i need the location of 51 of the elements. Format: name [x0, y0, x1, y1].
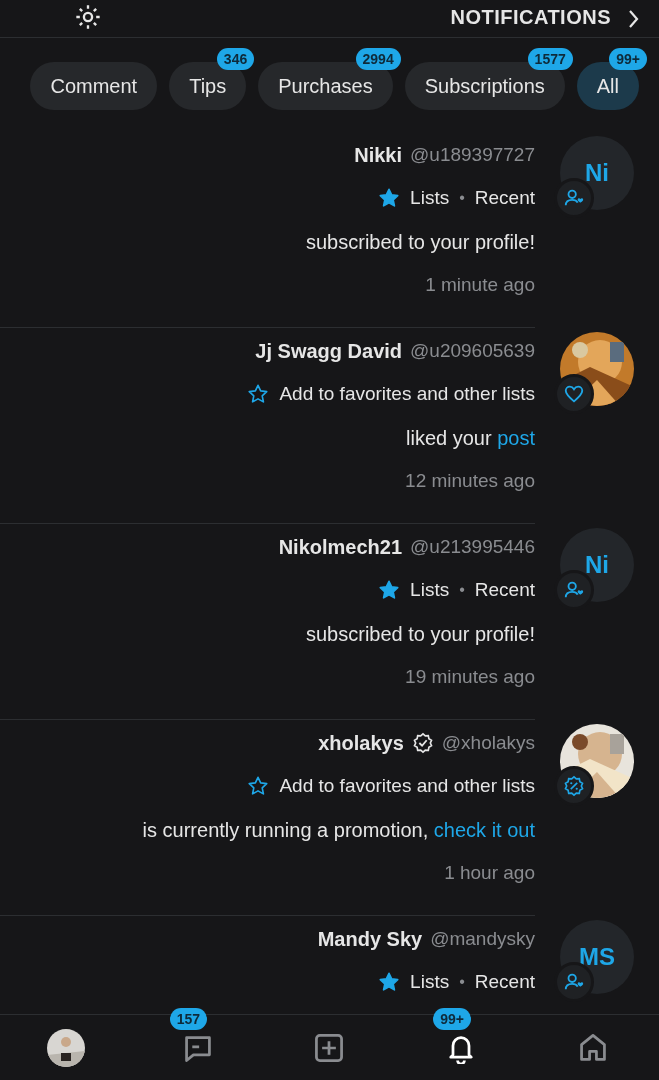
notification-link[interactable]: post	[497, 426, 535, 449]
count-badge: 157	[169, 1007, 208, 1030]
plus-icon[interactable]	[313, 1031, 346, 1064]
count-badge: 346	[216, 48, 255, 70]
separator-dot: •	[459, 972, 465, 993]
count-badge: 1577	[527, 48, 573, 70]
notification-text: is currently running a promotion, check it out	[142, 817, 535, 843]
list-name[interactable]: Recent	[474, 968, 535, 997]
list-label[interactable]: Lists	[410, 576, 450, 605]
avatar-initials: Ni	[585, 158, 609, 188]
avatar-initials: MS	[579, 942, 615, 972]
separator-dot: •	[459, 188, 465, 209]
list-name[interactable]: Recent	[474, 576, 535, 605]
count-badge: 99+	[433, 1007, 472, 1030]
user-handle[interactable]: @xholakys	[441, 728, 535, 758]
list-label[interactable]: Add to favorites and other lists	[279, 380, 535, 409]
profile-avatar[interactable]	[46, 1028, 85, 1067]
user-handle[interactable]: @u209605639	[410, 336, 535, 366]
notification-text: subscribed to your profile!	[306, 621, 535, 647]
user-name[interactable]: Nikolmech21	[278, 532, 403, 562]
notification-text: subscribed to your profile!	[306, 229, 535, 255]
star-icon[interactable]	[378, 971, 401, 994]
star-icon[interactable]	[378, 187, 401, 210]
star-icon[interactable]	[247, 775, 270, 798]
star-icon[interactable]	[247, 383, 270, 406]
list-label[interactable]: Lists	[410, 968, 450, 997]
timestamp: 12 minutes ago	[405, 468, 535, 493]
user-handle[interactable]: @u189397727	[410, 140, 535, 170]
page-title: NOTIFICATIONS	[449, 7, 611, 27]
user-name[interactable]: Mandy Sky	[317, 924, 423, 954]
verified-icon	[411, 732, 434, 754]
notification-text: liked your post	[406, 425, 535, 451]
timestamp: 1 hour ago	[444, 860, 535, 885]
user-handle[interactable]: @mandysky	[430, 924, 535, 954]
star-icon[interactable]	[378, 579, 401, 602]
settings-icon[interactable]	[74, 3, 102, 31]
user-name[interactable]: xholakys	[318, 728, 404, 758]
filter-tab[interactable]: Comment	[30, 62, 158, 110]
user-handle[interactable]: @u213995446	[410, 532, 535, 562]
timestamp: 1 minute ago	[425, 272, 535, 297]
user-name[interactable]: Jj Swagg David	[255, 336, 403, 366]
avatar-initials: Ni	[585, 550, 609, 580]
list-name[interactable]: Recent	[474, 184, 535, 213]
list-label[interactable]: Lists	[410, 184, 450, 213]
count-badge: 2994	[355, 48, 401, 70]
notification-link[interactable]: check it out	[433, 818, 535, 841]
count-badge: 99+	[609, 48, 647, 70]
user-name[interactable]: Nikki	[354, 140, 403, 170]
timestamp: 19 minutes ago	[405, 664, 535, 689]
separator-dot: •	[459, 580, 465, 601]
list-label[interactable]: Add to favorites and other lists	[279, 772, 535, 801]
